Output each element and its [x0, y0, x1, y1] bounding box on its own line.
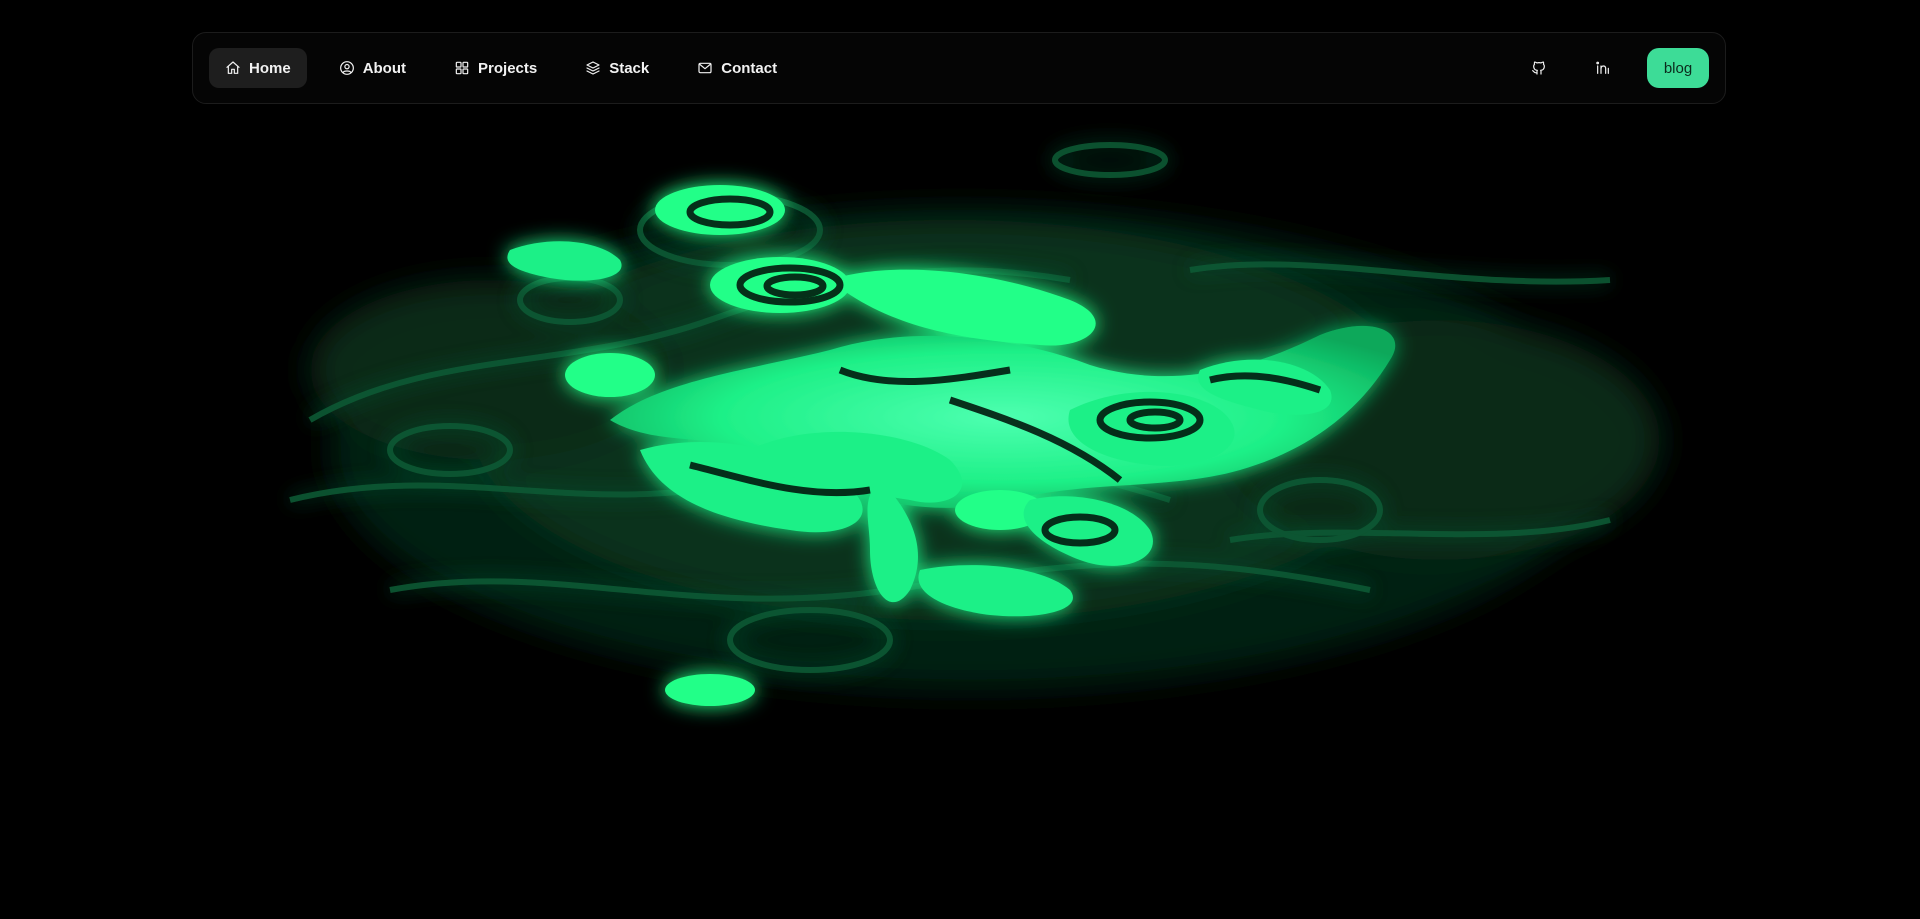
github-icon: [1531, 60, 1547, 76]
nav-links: Home About Projects Stack Contact: [209, 48, 793, 88]
linkedin-link[interactable]: [1583, 48, 1623, 88]
nav-about-link[interactable]: About: [323, 48, 422, 88]
user-circle-icon: [339, 60, 355, 76]
mail-icon: [697, 60, 713, 76]
nav-stack-label: Stack: [609, 59, 650, 77]
nav-actions: blog: [1519, 48, 1709, 88]
layers-icon: [585, 60, 601, 76]
nav-contact-label: Contact: [721, 59, 778, 77]
nav-home-label: Home: [249, 59, 291, 77]
nav-contact-link[interactable]: Contact: [681, 48, 793, 88]
nav-projects-link[interactable]: Projects: [438, 48, 553, 88]
grid-icon: [454, 60, 470, 76]
top-navbar: Home About Projects Stack Contact blog: [192, 32, 1726, 104]
blog-button[interactable]: blog: [1647, 48, 1709, 88]
nav-home-link[interactable]: Home: [209, 48, 307, 88]
fluid-background-art: [190, 120, 1730, 820]
linkedin-icon: [1595, 60, 1611, 76]
nav-projects-label: Projects: [478, 59, 538, 77]
nav-stack-link[interactable]: Stack: [569, 48, 665, 88]
github-link[interactable]: [1519, 48, 1559, 88]
page: Home About Projects Stack Contact blog: [0, 0, 1920, 919]
nav-about-label: About: [362, 59, 407, 77]
home-icon: [225, 60, 241, 76]
